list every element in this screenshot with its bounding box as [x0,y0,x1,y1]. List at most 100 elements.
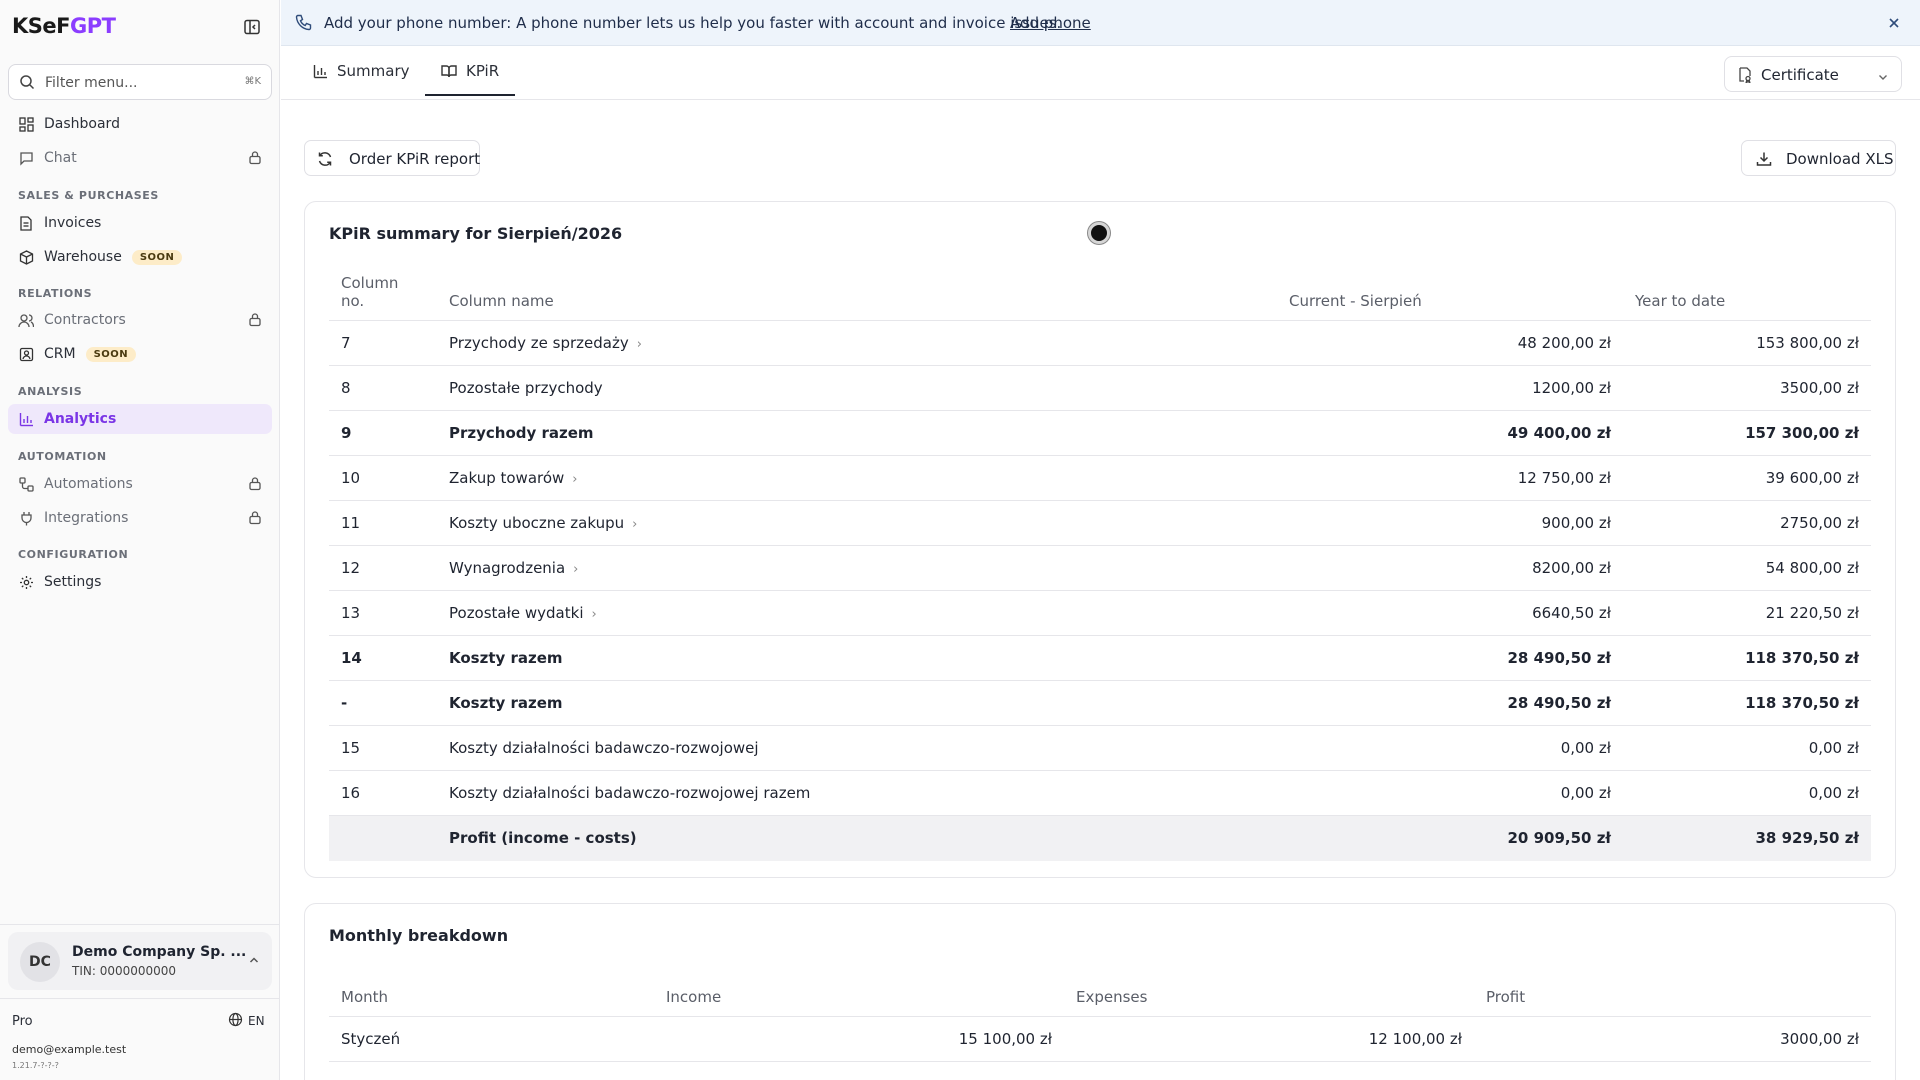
phone-icon [295,14,312,35]
globe-icon [228,1012,243,1030]
cell-ytd: 0,00 zł [1623,770,1871,816]
cell-no: 16 [329,770,437,816]
avatar: DC [20,942,60,982]
tab-kpir[interactable]: KPiR [425,62,516,96]
language-switcher[interactable]: EN [228,1012,265,1030]
sidebar-toggle-icon[interactable] [243,18,261,36]
cell-no: 14 [329,635,437,681]
sidebar-item-crm[interactable]: CRM SOON [8,339,272,369]
chevron-right-icon[interactable]: › [632,517,637,532]
cell-no: 11 [329,500,437,546]
cell-income: 15 100,00 zł [654,1015,1064,1061]
cell-name: Pozostałe wydatki › [437,590,1277,636]
cell-current: 12 750,00 zł [1277,455,1623,501]
cell-profit [1474,1060,1871,1080]
sidebar-divider [0,998,280,999]
order-kpir-report-button[interactable]: Order KPiR report [304,140,480,176]
column-header-expenses[interactable]: Expenses [1064,974,1474,1016]
table-row: 16 Koszty działalności badawczo-rozwojow… [329,770,1871,816]
table-row [329,1060,1871,1080]
cell-month [329,1060,654,1080]
sidebar-item-settings[interactable]: Settings [8,567,272,597]
table-row: 9 Przychody razem 49 400,00 zł 157 300,0… [329,410,1871,456]
search-icon [19,74,35,94]
lock-icon [248,476,262,495]
section-label-analysis: ANALYSIS [18,385,83,398]
cell-current: 28 490,50 zł [1277,680,1623,726]
column-header-profit[interactable]: Profit [1474,974,1871,1016]
tab-label: Summary [337,62,410,80]
sidebar-item-label: Analytics [44,411,117,427]
add-phone-link[interactable]: Add phone [1010,14,1091,32]
button-label: Order KPiR report [349,150,481,168]
button-label: Download XLS [1786,150,1894,168]
column-header-name[interactable]: Column name [437,274,1277,321]
sidebar-item-label: Contractors [44,312,126,328]
sidebar-item-label: Settings [44,574,102,590]
column-header-current[interactable]: Current - Sierpień [1277,274,1623,321]
package-icon [18,249,34,265]
cell-name: Przychody ze sprzedaży › [437,320,1277,366]
table-row[interactable]: 13 Pozostałe wydatki › 6640,50 zł 21 220,… [329,590,1871,636]
sidebar-item-dashboard[interactable]: Dashboard [8,109,272,139]
cell-no: 8 [329,365,437,411]
filter-menu-input[interactable] [45,72,235,94]
table-row[interactable]: 7 Przychody ze sprzedaży › 48 200,00 zł 1… [329,320,1871,366]
column-header-month[interactable]: Month [329,974,654,1016]
sidebar-divider [0,924,280,925]
sidebar-item-warehouse[interactable]: Warehouse SOON [8,242,272,272]
column-header-income[interactable]: Income [654,974,1064,1016]
cell-ytd: 21 220,50 zł [1623,590,1871,636]
certificate-select[interactable]: Certificate [1724,56,1902,92]
cell-current: 6640,50 zł [1277,590,1623,636]
company-switcher[interactable]: DC Demo Company Sp. ... TIN: 0000000000 [8,932,272,990]
sidebar-item-chat[interactable]: Chat [8,143,272,173]
sidebar-item-invoices[interactable]: Invoices [8,208,272,238]
cell-name: Koszty działalności badawczo-rozwojowej … [437,770,1277,816]
soon-badge: SOON [85,346,137,362]
company-tin: TIN: 0000000000 [72,964,177,978]
cell-ytd: 0,00 zł [1623,725,1871,771]
close-icon[interactable] [1888,15,1900,33]
logo[interactable]: KSeFGPT [12,14,116,38]
cell-name: Wynagrodzenia › [437,545,1277,591]
mouse-cursor [1088,222,1110,244]
company-name: Demo Company Sp. ... [72,944,247,960]
table-row[interactable]: 10 Zakup towarów › 12 750,00 zł 39 600,00… [329,455,1871,501]
sidebar-item-integrations[interactable]: Integrations [8,503,272,533]
filter-shortcut: ⌘K [244,76,261,87]
sidebar-item-analytics[interactable]: Analytics [8,404,272,434]
download-xls-button[interactable]: Download XLS [1741,140,1896,176]
certificate-label: Certificate [1761,66,1839,84]
cell-no: 15 [329,725,437,771]
tab-bar [281,47,1920,100]
document-icon [18,215,34,231]
sidebar-item-automations[interactable]: Automations [8,469,272,499]
chevron-right-icon[interactable]: › [637,337,642,352]
refresh-icon [317,151,333,171]
cell-no: 7 [329,320,437,366]
lock-icon [248,510,262,529]
cell-current: 0,00 zł [1277,770,1623,816]
chevron-right-icon[interactable]: › [573,562,578,577]
column-header-ytd[interactable]: Year to date [1623,274,1871,321]
cell-no: 9 [329,410,437,456]
table-row[interactable]: 11 Koszty uboczne zakupu › 900,00 zł 2750… [329,500,1871,546]
cell-current: 8200,00 zł [1277,545,1623,591]
monthly-breakdown-title: Monthly breakdown [329,926,509,945]
chevron-right-icon[interactable]: › [591,607,596,622]
tab-summary[interactable]: Summary [313,62,410,100]
cell-ytd: 39 600,00 zł [1623,455,1871,501]
sidebar-item-contractors[interactable]: Contractors [8,305,272,335]
table-row[interactable]: 12 Wynagrodzenia › 8200,00 zł 54 800,00 z… [329,545,1871,591]
chevron-right-icon[interactable]: › [572,472,577,487]
cell-current: 900,00 zł [1277,500,1623,546]
column-header-no[interactable]: Column no. [329,274,437,321]
cell-ytd: 118 370,50 zł [1623,635,1871,681]
cell-month: Styczeń [329,1015,654,1061]
cell-expenses: 12 100,00 zł [1064,1015,1474,1061]
section-label-relations: RELATIONS [18,287,93,300]
language-code: EN [248,1014,265,1028]
profit-row: Profit (income - costs) 20 909,50 zł 38 … [329,815,1871,861]
cell-ytd: 3500,00 zł [1623,365,1871,411]
